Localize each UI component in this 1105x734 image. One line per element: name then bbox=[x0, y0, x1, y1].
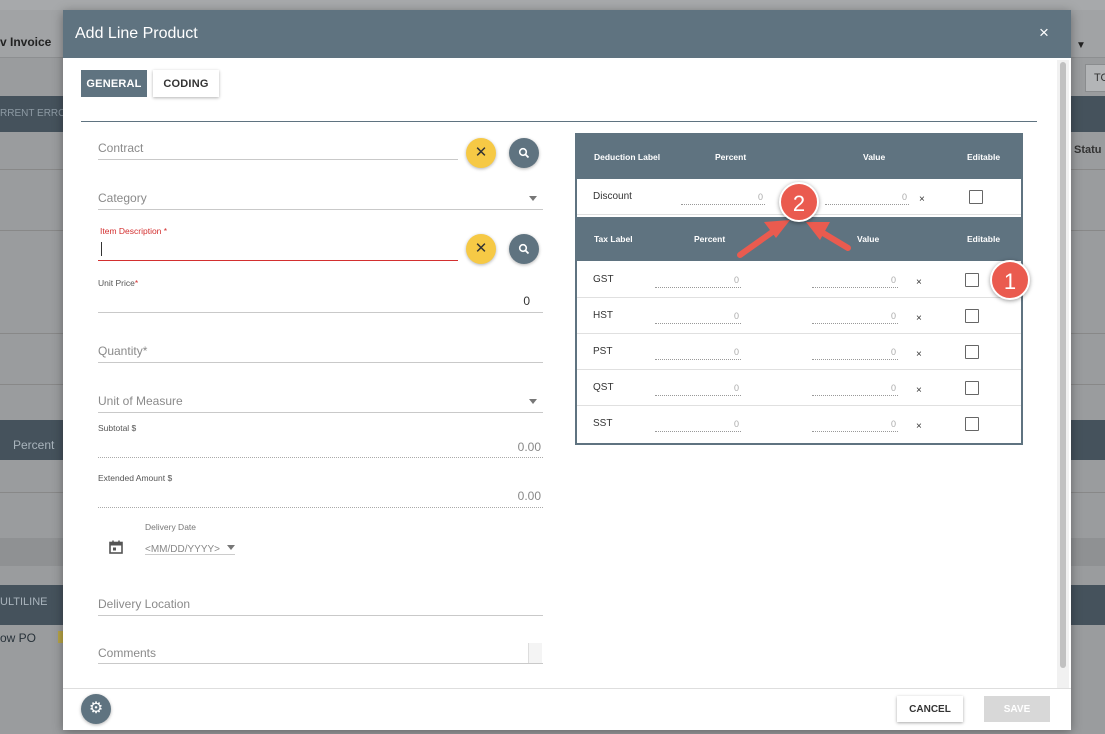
callout-badge-2: 2 bbox=[779, 182, 819, 222]
callout-badge-1: 1 bbox=[990, 260, 1030, 300]
annotation-arrows bbox=[737, 220, 851, 258]
arrow-right bbox=[806, 222, 851, 251]
arrow-left bbox=[737, 220, 790, 258]
